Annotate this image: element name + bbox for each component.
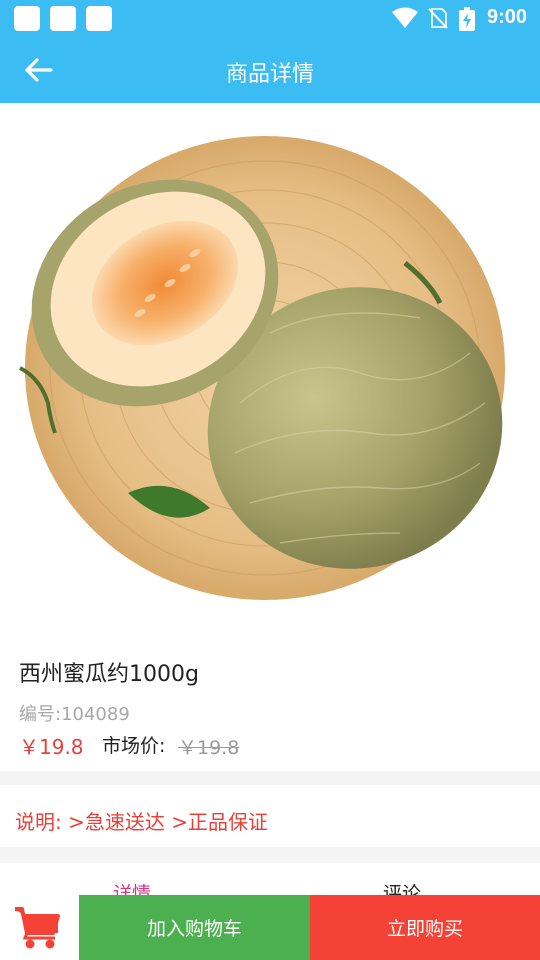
section-divider: [0, 771, 540, 785]
page-title: 商品详情: [225, 62, 314, 87]
product-name: 西州蜜瓜约1000g: [19, 662, 199, 687]
cart-button[interactable]: [0, 895, 79, 960]
notification-icon: [50, 6, 76, 31]
app-bar: 商品详情: [0, 37, 540, 103]
product-image: [19, 136, 505, 600]
add-to-cart-button[interactable]: 加入购物车: [79, 895, 310, 960]
shopping-cart-icon: [15, 907, 60, 949]
product-code: 编号:104089: [19, 704, 130, 725]
description-text: 说明: >急速送达 >正品保证: [15, 810, 268, 834]
notification-icon: [14, 6, 40, 31]
wifi-icon: [392, 7, 418, 28]
no-sim-icon: [428, 8, 448, 29]
market-price-label: 市场价:: [102, 735, 166, 757]
battery-charging-icon: [459, 7, 475, 31]
notification-icon: [86, 6, 112, 31]
buy-now-button[interactable]: 立即购买: [310, 895, 540, 960]
market-price: ￥19.8: [178, 737, 240, 759]
section-divider: [0, 847, 540, 863]
bottom-action-bar: 加入购物车 立即购买: [0, 895, 540, 960]
product-price: ￥19.8: [19, 735, 84, 759]
status-bar: 9:00: [0, 0, 540, 37]
status-time: 9:00: [486, 6, 527, 28]
